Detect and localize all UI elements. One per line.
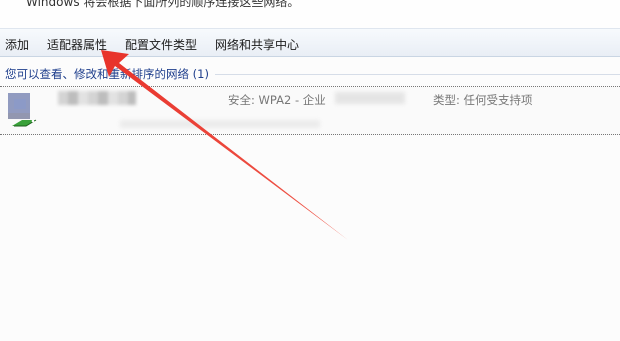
wireless-network-icon: [6, 89, 46, 129]
network-name-redacted: [58, 91, 136, 105]
network-type-label: 类型: 任何受支持项: [433, 93, 533, 107]
network-group-header: 您可以查看、修改和重新排序的网络 (1): [5, 66, 215, 82]
toolbar: 添加 适配器属性 配置文件类型 网络和共享中心: [0, 28, 620, 57]
security-redacted: [335, 92, 405, 104]
adapter-properties-button[interactable]: 适配器属性: [47, 36, 107, 53]
dialog-top-area: Windows 将会根据下面所列的顺序连接这些网络。: [0, 0, 620, 28]
security-label: 安全: WPA2 - 企业: [228, 93, 326, 107]
group-divider: [205, 74, 620, 75]
description-text: Windows 将会根据下面所列的顺序连接这些网络。: [26, 0, 300, 9]
profile-type-button[interactable]: 配置文件类型: [125, 36, 197, 53]
network-list-item[interactable]: 安全: WPA2 - 企业 类型: 任何受支持项: [0, 86, 620, 135]
network-sharing-center-button[interactable]: 网络和共享中心: [215, 36, 299, 53]
add-button[interactable]: 添加: [5, 36, 29, 53]
network-detail-redacted: [120, 120, 320, 128]
